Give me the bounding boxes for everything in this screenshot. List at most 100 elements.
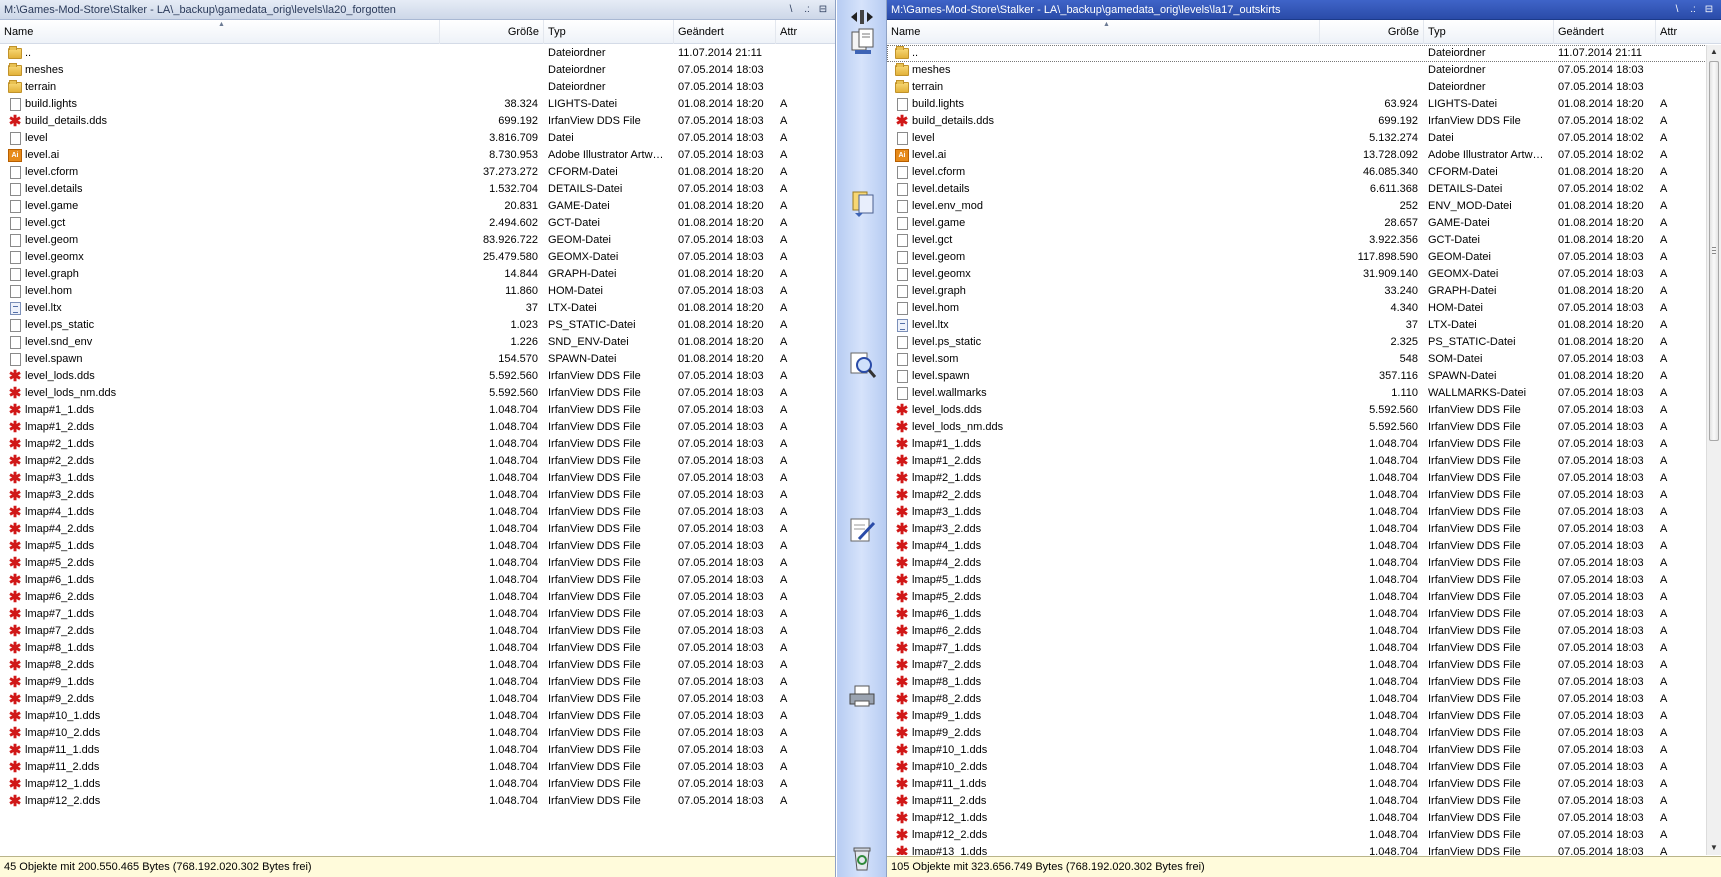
file-row[interactable]: ✱ lmap#4_2.dds 1.048.704 IrfanView DDS File… <box>887 555 1721 572</box>
file-row[interactable]: level.graph 33.240 GRAPH-Datei 01.08.2014 1… <box>887 283 1721 300</box>
file-row[interactable]: level.env_mod 252 ENV_MOD-Datei 01.08.2014 … <box>887 198 1721 215</box>
file-row[interactable]: ✱ lmap#5_1.dds 1.048.704 IrfanView DDS File… <box>887 572 1721 589</box>
file-row[interactable]: level.ps_static 2.325 PS_STATIC-Datei 01.08… <box>887 334 1721 351</box>
file-row[interactable]: meshes Dateiordner 07.05.2014 18:03 <box>0 62 835 79</box>
file-row[interactable]: ✱ lmap#9_2.dds 1.048.704 IrfanView DDS File… <box>887 725 1721 742</box>
parent-dir-button[interactable]: .: <box>801 0 813 19</box>
edit-button[interactable] <box>847 515 877 545</box>
file-row[interactable]: level 5.132.274 Datei 07.05.2014 18:02 A <box>887 130 1721 147</box>
right-file-panel[interactable]: M:\Games-Mod-Store\Stalker - LA\_backup\… <box>886 0 1721 877</box>
print-button[interactable] <box>847 680 877 710</box>
file-row[interactable]: ✱ lmap#6_1.dds 1.048.704 IrfanView DDS File… <box>0 572 835 589</box>
file-row[interactable]: level.snd_env 1.226 SND_ENV-Datei 01.08.201… <box>0 334 835 351</box>
left-col-size[interactable]: Größe <box>440 20 544 44</box>
file-row[interactable]: ✱ level_lods.dds 5.592.560 IrfanView DDS Fi… <box>887 402 1721 419</box>
file-row[interactable]: ✱ lmap#6_1.dds 1.048.704 IrfanView DDS File… <box>887 606 1721 623</box>
left-path-bar[interactable]: M:\Games-Mod-Store\Stalker - LA\_backup\… <box>0 0 835 20</box>
right-col-name[interactable]: Name <box>887 20 1320 44</box>
file-row[interactable]: ✱ lmap#2_1.dds 1.048.704 IrfanView DDS File… <box>0 436 835 453</box>
history-button[interactable]: ⊟ <box>817 0 829 19</box>
move-button[interactable] <box>847 187 877 217</box>
file-row[interactable]: ✱ lmap#4_1.dds 1.048.704 IrfanView DDS File… <box>887 538 1721 555</box>
copy-button[interactable] <box>847 26 877 56</box>
file-row[interactable]: level.graph 14.844 GRAPH-Datei 01.08.2014 1… <box>0 266 835 283</box>
file-row[interactable]: ✱ lmap#1_1.dds 1.048.704 IrfanView DDS File… <box>0 402 835 419</box>
file-row[interactable]: ✱ lmap#12_2.dds 1.048.704 IrfanView DDS Fil… <box>0 793 835 810</box>
file-row[interactable]: level.gct 3.922.356 GCT-Datei 01.08.2014 18… <box>887 232 1721 249</box>
file-row[interactable]: ✱ level_lods_nm.dds 5.592.560 IrfanView DDS… <box>887 419 1721 436</box>
backslash-button[interactable]: \ <box>1671 0 1683 19</box>
history-button[interactable]: ⊟ <box>1703 0 1715 19</box>
file-row[interactable]: ✱ lmap#11_1.dds 1.048.704 IrfanView DDS Fil… <box>887 776 1721 793</box>
file-row[interactable]: .. Dateiordner 11.07.2014 21:11 <box>887 45 1721 62</box>
file-row[interactable]: level.hom 4.340 HOM-Datei 07.05.2014 18:03 A <box>887 300 1721 317</box>
file-row[interactable]: ✱ lmap#8_1.dds 1.048.704 IrfanView DDS File… <box>0 640 835 657</box>
scroll-thumb[interactable] <box>1709 61 1719 441</box>
swap-panels-button[interactable] <box>847 2 877 24</box>
scroll-down-arrow-icon[interactable]: ▼ <box>1707 841 1721 855</box>
file-row[interactable]: ✱ lmap#5_1.dds 1.048.704 IrfanView DDS File… <box>0 538 835 555</box>
file-row[interactable]: ✱ lmap#12_2.dds 1.048.704 IrfanView DDS Fil… <box>887 827 1721 844</box>
file-row[interactable]: level.wallmarks 1.110 WALLMARKS-Datei 07.05… <box>887 385 1721 402</box>
file-row[interactable]: ✱ level_lods.dds 5.592.560 IrfanView DDS Fi… <box>0 368 835 385</box>
file-row[interactable]: level.game 28.657 GAME-Datei 01.08.2014 18:… <box>887 215 1721 232</box>
file-row[interactable]: ✱ lmap#8_1.dds 1.048.704 IrfanView DDS File… <box>887 674 1721 691</box>
file-row[interactable]: ✱ lmap#3_1.dds 1.048.704 IrfanView DDS File… <box>887 504 1721 521</box>
file-row[interactable]: ✱ lmap#1_1.dds 1.048.704 IrfanView DDS File… <box>887 436 1721 453</box>
file-row[interactable]: level.gct 2.494.602 GCT-Datei 01.08.2014 18… <box>0 215 835 232</box>
file-row[interactable]: ✱ lmap#10_1.dds 1.048.704 IrfanView DDS Fil… <box>0 708 835 725</box>
right-file-list[interactable]: .. Dateiordner 11.07.2014 21:11 meshes Datei… <box>887 45 1721 855</box>
file-row[interactable]: ✱ lmap#4_1.dds 1.048.704 IrfanView DDS File… <box>0 504 835 521</box>
file-row[interactable]: ✱ lmap#11_2.dds 1.048.704 IrfanView DDS Fil… <box>0 759 835 776</box>
file-row[interactable]: ✱ lmap#9_1.dds 1.048.704 IrfanView DDS File… <box>887 708 1721 725</box>
file-row[interactable]: ✱ lmap#2_2.dds 1.048.704 IrfanView DDS File… <box>887 487 1721 504</box>
right-col-attr[interactable]: Attr <box>1656 20 1721 44</box>
file-row[interactable]: ✱ lmap#10_1.dds 1.048.704 IrfanView DDS Fil… <box>887 742 1721 759</box>
file-row[interactable]: ✱ lmap#4_2.dds 1.048.704 IrfanView DDS File… <box>0 521 835 538</box>
parent-dir-button[interactable]: .: <box>1687 0 1699 19</box>
file-row[interactable]: ✱ lmap#5_2.dds 1.048.704 IrfanView DDS File… <box>0 555 835 572</box>
file-row[interactable]: build.lights 38.324 LIGHTS-Datei 01.08.2014… <box>0 96 835 113</box>
file-row[interactable]: ✱ lmap#7_1.dds 1.048.704 IrfanView DDS File… <box>887 640 1721 657</box>
file-row[interactable]: ✱ lmap#7_1.dds 1.048.704 IrfanView DDS File… <box>0 606 835 623</box>
left-file-list[interactable]: .. Dateiordner 11.07.2014 21:11 meshes Datei… <box>0 45 835 855</box>
file-row[interactable]: ✱ build_details.dds 699.192 IrfanView DDS F… <box>887 113 1721 130</box>
file-row[interactable]: level.hom 11.860 HOM-Datei 07.05.2014 18:03… <box>0 283 835 300</box>
file-row[interactable]: ✱ build_details.dds 699.192 IrfanView DDS F… <box>0 113 835 130</box>
file-row[interactable]: ✱ level_lods_nm.dds 5.592.560 IrfanView DDS… <box>0 385 835 402</box>
file-row[interactable]: level.geomx 25.479.580 GEOMX-Datei 07.05.20… <box>0 249 835 266</box>
right-col-changed[interactable]: Geändert <box>1554 20 1656 44</box>
file-row[interactable]: ✱ lmap#8_2.dds 1.048.704 IrfanView DDS File… <box>887 691 1721 708</box>
file-row[interactable]: level.geom 117.898.590 GEOM-Datei 07.05.201… <box>887 249 1721 266</box>
right-col-size[interactable]: Größe <box>1320 20 1424 44</box>
file-row[interactable]: ✱ lmap#1_2.dds 1.048.704 IrfanView DDS File… <box>0 419 835 436</box>
file-row[interactable]: level.ltx 37 LTX-Datei 01.08.2014 18:20 A <box>887 317 1721 334</box>
file-row[interactable]: level.ps_static 1.023 PS_STATIC-Datei 01.08… <box>0 317 835 334</box>
file-row[interactable]: level.details 1.532.704 DETAILS-Datei 07.05… <box>0 181 835 198</box>
file-row[interactable]: ✱ lmap#6_2.dds 1.048.704 IrfanView DDS File… <box>887 623 1721 640</box>
right-path-bar[interactable]: M:\Games-Mod-Store\Stalker - LA\_backup\… <box>887 0 1721 20</box>
file-row[interactable]: ✱ lmap#8_2.dds 1.048.704 IrfanView DDS File… <box>0 657 835 674</box>
file-row[interactable]: ✱ lmap#3_2.dds 1.048.704 IrfanView DDS File… <box>887 521 1721 538</box>
file-row[interactable]: level.som 548 SOM-Datei 07.05.2014 18:03 A <box>887 351 1721 368</box>
file-row[interactable]: ✱ lmap#9_1.dds 1.048.704 IrfanView DDS File… <box>0 674 835 691</box>
file-row[interactable]: level.game 20.831 GAME-Datei 01.08.2014 18:… <box>0 198 835 215</box>
left-col-attr[interactable]: Attr <box>776 20 835 44</box>
file-row[interactable]: level.details 6.611.368 DETAILS-Datei 07.05… <box>887 181 1721 198</box>
file-row[interactable]: ✱ lmap#11_2.dds 1.048.704 IrfanView DDS Fil… <box>887 793 1721 810</box>
file-row[interactable]: .. Dateiordner 11.07.2014 21:11 <box>0 45 835 62</box>
recycle-bin-button[interactable] <box>847 842 877 872</box>
view-button[interactable] <box>847 350 877 380</box>
file-row[interactable]: level.cform 37.273.272 CFORM-Datei 01.08.20… <box>0 164 835 181</box>
file-row[interactable]: meshes Dateiordner 07.05.2014 18:03 <box>887 62 1721 79</box>
file-row[interactable]: ✱ lmap#3_1.dds 1.048.704 IrfanView DDS File… <box>0 470 835 487</box>
file-row[interactable]: ✱ lmap#5_2.dds 1.048.704 IrfanView DDS File… <box>887 589 1721 606</box>
right-scrollbar[interactable]: ▲ ▼ <box>1706 45 1721 855</box>
backslash-button[interactable]: \ <box>785 0 797 19</box>
file-row[interactable]: build.lights 63.924 LIGHTS-Datei 01.08.2014… <box>887 96 1721 113</box>
file-row[interactable]: level.ltx 37 LTX-Datei 01.08.2014 18:20 A <box>0 300 835 317</box>
file-row[interactable]: ✱ lmap#9_2.dds 1.048.704 IrfanView DDS File… <box>0 691 835 708</box>
file-row[interactable]: ✱ lmap#11_1.dds 1.048.704 IrfanView DDS Fil… <box>0 742 835 759</box>
file-row[interactable]: terrain Dateiordner 07.05.2014 18:03 <box>0 79 835 96</box>
file-row[interactable]: ✱ lmap#13_1.dds 1.048.704 IrfanView DDS Fil… <box>887 844 1721 855</box>
